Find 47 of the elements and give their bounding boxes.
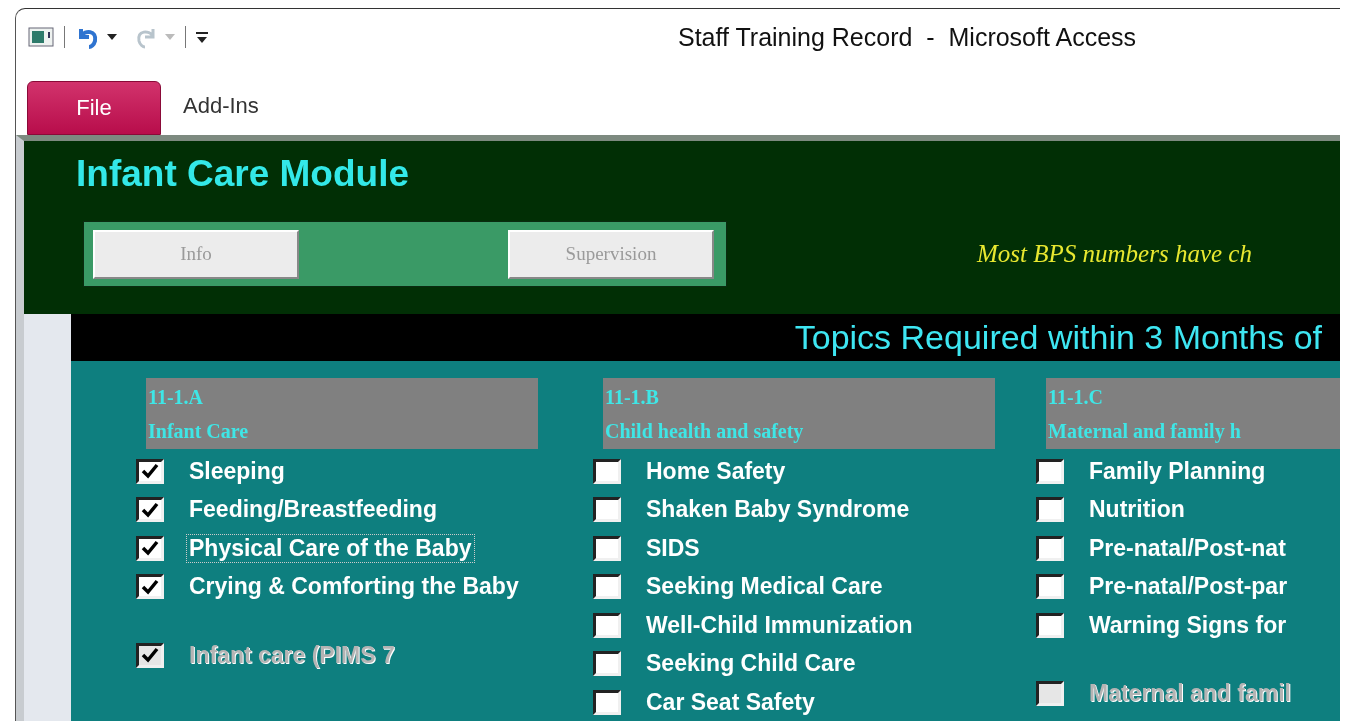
notice-text: Most BPS numbers have ch [977, 240, 1252, 268]
group-name: Infant Care [148, 419, 249, 444]
checkbox-label[interactable]: Sleeping [186, 456, 288, 486]
checkbox[interactable] [593, 574, 621, 600]
checkbox-label[interactable]: Nutrition [1086, 495, 1188, 525]
caret-icon[interactable] [107, 34, 117, 40]
checkbox[interactable] [593, 535, 621, 561]
section-heading: Topics Required within 3 Months of [794, 318, 1322, 357]
checkbox-label[interactable]: Warning Signs for [1086, 610, 1290, 640]
checkbox[interactable] [1036, 612, 1064, 638]
app-icon[interactable] [28, 26, 54, 48]
checkbox-label[interactable]: Car Seat Safety [643, 687, 818, 717]
ribbon-tab[interactable]: Add-Ins [161, 79, 281, 133]
checkbox[interactable] [136, 574, 164, 600]
checkbox[interactable] [593, 458, 621, 484]
checkbox[interactable] [136, 535, 164, 561]
checkbox[interactable] [136, 497, 164, 523]
checkbox-label[interactable]: Seeking Child Care [643, 649, 859, 679]
customize-icon[interactable] [196, 31, 208, 43]
group-code: 11-1.C [1048, 385, 1103, 410]
checkbox[interactable] [1036, 458, 1064, 484]
group-name: Child health and safety [605, 419, 804, 445]
checkbox-label[interactable]: Pre-natal/Post-par [1086, 572, 1291, 602]
checkbox[interactable] [593, 612, 621, 638]
group-name: Maternal and family h [1048, 419, 1241, 445]
form-title: Infant Care Module [76, 153, 411, 195]
checkbox[interactable] [1036, 535, 1064, 561]
checkbox-label[interactable]: Family Planning [1086, 456, 1269, 486]
checkbox-label[interactable]: Shaken Baby Syndrome [643, 495, 913, 525]
checkbox-label[interactable]: Physical Care of the Baby [186, 533, 475, 563]
file-menu-button[interactable]: File [27, 81, 161, 135]
checkbox-label[interactable]: Well-Child Immunization [643, 610, 916, 640]
checkbox-label[interactable]: SIDS [643, 533, 703, 563]
checkbox[interactable] [136, 458, 164, 484]
group-code: 11-1.A [148, 385, 203, 410]
checkbox-label[interactable]: Crying & Comforting the Baby [186, 572, 522, 602]
checkbox-label[interactable]: Seeking Medical Care [643, 572, 886, 602]
checkbox[interactable] [1036, 574, 1064, 600]
checkbox-label[interactable]: Feeding/Breastfeeding [186, 495, 440, 525]
window-title: Staff Training Record - Microsoft Access [678, 22, 1137, 52]
checkbox-label[interactable]: Home Safety [643, 456, 789, 486]
checkbox[interactable] [593, 651, 621, 677]
checkbox-label[interactable]: Pre-natal/Post-nat [1086, 533, 1289, 563]
checkbox[interactable] [593, 689, 621, 715]
checkbox[interactable] [593, 497, 621, 523]
group-code: 11-1.B [605, 385, 659, 410]
checkbox[interactable] [1036, 497, 1064, 523]
